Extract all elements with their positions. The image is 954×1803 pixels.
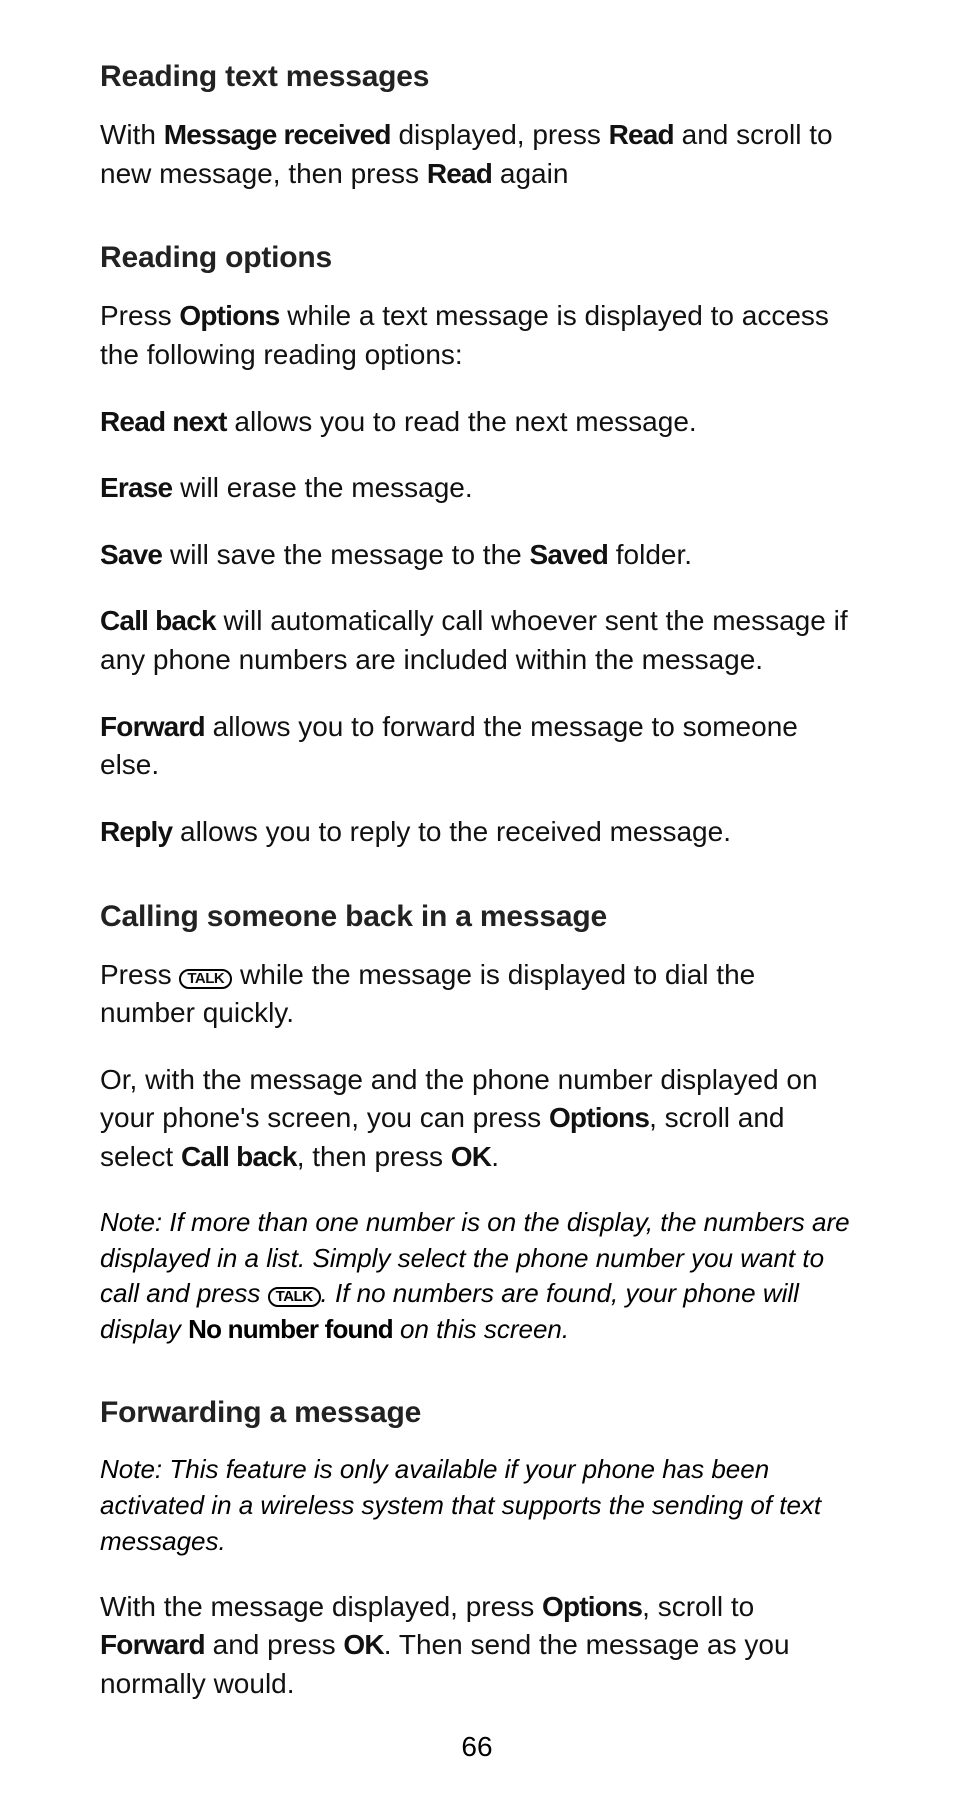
bold-options: Options xyxy=(549,1102,649,1133)
text: displayed, press xyxy=(391,119,609,150)
bold-options: Options xyxy=(542,1591,642,1622)
text: With xyxy=(100,119,164,150)
bold-forward: Forward xyxy=(100,1629,205,1660)
para-erase: Erase will erase the message. xyxy=(100,469,854,508)
text: again xyxy=(492,158,568,189)
heading-reading-text: Reading text messages xyxy=(100,60,854,94)
text: , scroll to xyxy=(642,1591,754,1622)
text: allows you to forward the message to som… xyxy=(100,711,798,781)
text: allows you to reply to the received mess… xyxy=(172,816,731,847)
talk-key-icon: TALK xyxy=(179,969,232,989)
bold-read-next: Read next xyxy=(100,406,227,437)
bold-no-number-found: No number found xyxy=(188,1314,393,1344)
text: Press xyxy=(100,959,179,990)
text: . xyxy=(491,1141,499,1172)
manual-page: Reading text messages With Message recei… xyxy=(0,0,954,1803)
para-reply: Reply allows you to reply to the receive… xyxy=(100,813,854,852)
text: will erase the message. xyxy=(172,472,472,503)
para-call-back-2: Or, with the message and the phone numbe… xyxy=(100,1061,854,1177)
bold-save: Save xyxy=(100,539,162,570)
para-forward: Forward allows you to forward the messag… xyxy=(100,708,854,785)
para-read-next: Read next allows you to read the next me… xyxy=(100,403,854,442)
bold-call-back: Call back xyxy=(100,605,216,636)
bold-erase: Erase xyxy=(100,472,172,503)
bold-reply: Reply xyxy=(100,816,172,847)
bold-message-received: Message received xyxy=(164,119,391,150)
heading-forwarding: Forwarding a message xyxy=(100,1396,854,1430)
bold-saved: Saved xyxy=(530,539,609,570)
page-number: 66 xyxy=(0,1731,954,1763)
text: on this screen. xyxy=(393,1314,569,1344)
bold-call-back: Call back xyxy=(181,1141,297,1172)
bold-forward: Forward xyxy=(100,711,205,742)
para-save: Save will save the message to the Saved … xyxy=(100,536,854,575)
heading-call-back: Calling someone back in a message xyxy=(100,900,854,934)
heading-reading-options: Reading options xyxy=(100,241,854,275)
text: With the message displayed, press xyxy=(100,1591,542,1622)
bold-ok: OK xyxy=(343,1629,383,1660)
bold-options: Options xyxy=(179,300,279,331)
para-call-back: Call back will automatically call whoeve… xyxy=(100,602,854,679)
bold-read: Read xyxy=(427,158,492,189)
text: and press xyxy=(205,1629,344,1660)
bold-ok: OK xyxy=(451,1141,491,1172)
para-options-intro: Press Options while a text message is di… xyxy=(100,297,854,374)
text: will save the message to the xyxy=(162,539,529,570)
text: allows you to read the next message. xyxy=(227,406,697,437)
text: , then press xyxy=(297,1141,451,1172)
bold-read: Read xyxy=(609,119,674,150)
para-reading-text: With Message received displayed, press R… xyxy=(100,116,854,193)
para-call-back-1: Press TALK while the message is displaye… xyxy=(100,956,854,1033)
note-call-back: Note: If more than one number is on the … xyxy=(100,1205,854,1349)
talk-key-icon: TALK xyxy=(268,1287,321,1307)
text: Press xyxy=(100,300,179,331)
text: folder. xyxy=(608,539,692,570)
note-forwarding: Note: This feature is only available if … xyxy=(100,1452,854,1560)
para-forwarding: With the message displayed, press Option… xyxy=(100,1588,854,1704)
